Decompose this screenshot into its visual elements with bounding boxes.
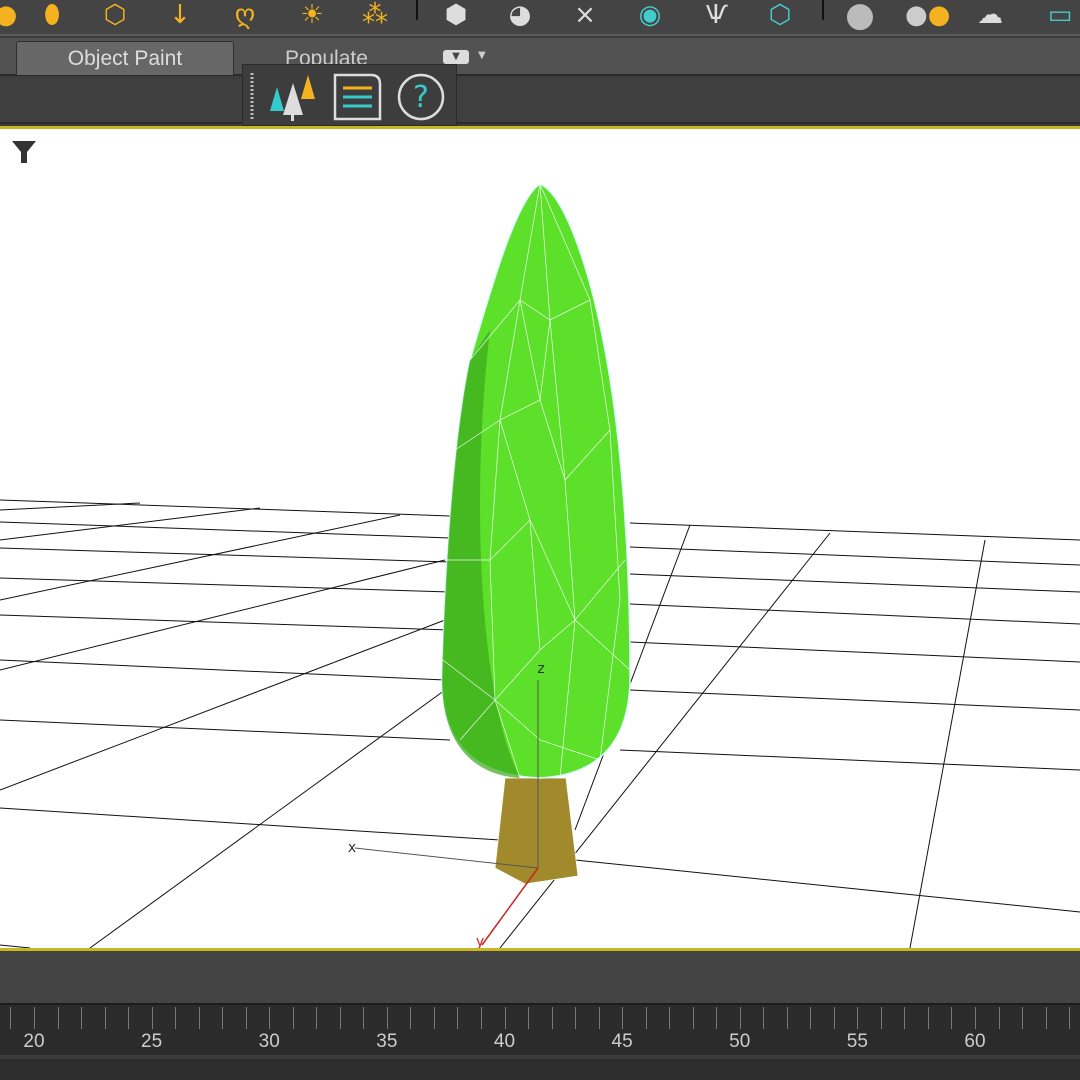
svg-text:?: ? [413,80,429,115]
timeline-tick [622,1007,624,1029]
timeline-tick [104,1007,106,1029]
timeline-tick [386,1007,388,1029]
timeline-tick [457,1007,459,1029]
main-toolbar: ● ⬮ ⬡ ↓ ღ ☀ ⁂ ⬢ ◕ ⨯ ◉ Ѱ ⬡ ● ●● ☁ ▭ [0,0,1080,36]
timeline-tick [1022,1007,1024,1029]
filter-icon[interactable] [12,141,36,163]
lightbulb-icon[interactable]: ღ [225,0,265,30]
timeline-label: 60 [964,1031,986,1052]
arrow-down-icon[interactable]: ↓ [160,0,200,30]
toolbar-separator [416,0,418,20]
timeline-tick [716,1007,718,1029]
timeline-tick [433,1007,435,1029]
box-icon[interactable]: ⬢ [436,0,476,30]
timeline-tick [645,1007,647,1029]
timeline-tick [786,1007,788,1029]
perspective-viewport[interactable]: z x y [0,126,1080,951]
timeline-tick [598,1007,600,1029]
timeline-label: 40 [493,1031,516,1052]
timeline-tick [880,1007,882,1029]
timeline-tick [128,1007,130,1029]
projector-icon[interactable]: ◉ [630,0,670,30]
timeline-label: 55 [846,1031,868,1052]
timeline-tick [692,1007,694,1029]
status-bar [0,1057,1080,1080]
teapot-icon[interactable]: ⬮ [32,0,72,30]
timeline-tick [1069,1007,1071,1029]
axis-z-label: z [537,661,544,677]
timeline-tick [339,1007,341,1029]
sun-icon[interactable]: ☀ [292,0,332,30]
sphere-material-icon[interactable]: ● [840,0,880,32]
timeline-tick [198,1007,200,1029]
skylight-icon[interactable]: ⁂ [355,0,395,30]
timeline-label: 35 [376,1031,398,1052]
chevron-down-icon[interactable]: ▼ [478,50,486,61]
list-icon[interactable] [333,73,382,121]
timeline-tick [410,1007,412,1029]
axis-y-label: y [476,934,484,948]
tab-object-paint[interactable]: Object Paint [16,41,234,75]
cloud-icon[interactable]: ☁ [970,0,1010,30]
timeline-label: 30 [258,1031,280,1052]
timeline-tick [951,1007,953,1029]
timeline-tick [763,1007,765,1029]
timeline-tick [245,1007,247,1029]
timeline-tick [222,1007,224,1029]
timeline-tick [575,1007,577,1029]
timeline-tick [151,1007,153,1029]
timeline-tick [833,1007,835,1029]
ribbon-panel [0,78,1080,124]
timeline-label: 25 [141,1031,163,1052]
timeline-tick [857,1007,859,1029]
timeline-tick [34,1007,35,1029]
timeline-tick [739,1007,741,1029]
tower-icon[interactable]: ⨯ [565,0,605,30]
fire-icon[interactable]: ⬡ [760,0,800,30]
viewport-scene[interactable]: z x y [0,129,1080,950]
ribbon-tabs: Object Paint Populate ▼ ▼ [0,38,1080,76]
timeline-label: 45 [611,1031,633,1052]
timeline-tick [1045,1007,1047,1029]
timeline-tick [480,1007,482,1029]
timeline-tick [669,1007,671,1029]
timeline-tick [998,1007,1000,1029]
timeline-tick [316,1007,318,1029]
material-pair-icon[interactable]: ●● [905,0,950,30]
timeline-tick [975,1007,976,1029]
timeline-tick [927,1007,929,1029]
render-setup-icon[interactable]: ▭ [1040,0,1080,30]
grass-icon[interactable]: Ѱ [697,0,737,30]
ribbon-dropdown-button[interactable]: ▼ [443,50,469,64]
timeline-tick [81,1007,83,1029]
timeline-tick [528,1007,530,1029]
tree-model[interactable] [441,183,631,885]
toolbar-separator [822,0,824,20]
timeline-tick [363,1007,365,1029]
timeline-tick [292,1007,294,1029]
timeline-tick [810,1007,812,1029]
help-icon[interactable]: ? [397,73,445,121]
timeline-tick [10,1007,12,1029]
flyout-icons: ? [250,73,445,121]
timeline-tick [175,1007,177,1029]
timeline-label: 20 [23,1031,45,1052]
axis-x-label: x [348,840,356,856]
timeline-tick [904,1007,906,1029]
forest-icon[interactable] [270,75,315,121]
timeline-ruler[interactable]: 20 25 30 35 40 45 50 55 60 [0,1003,1080,1055]
timeline-tick [551,1007,553,1029]
populate-flyout: ? [242,64,457,126]
timeline-tick [504,1007,506,1029]
timeline-label: 50 [729,1031,751,1052]
icosahedron-icon[interactable]: ⬡ [95,0,135,30]
timeline-tick [269,1007,271,1029]
teapot-icon[interactable]: ● [0,0,26,30]
time-slider-panel [0,951,1080,1003]
camera-icon[interactable]: ◕ [500,0,540,30]
timeline-tick [57,1007,59,1029]
